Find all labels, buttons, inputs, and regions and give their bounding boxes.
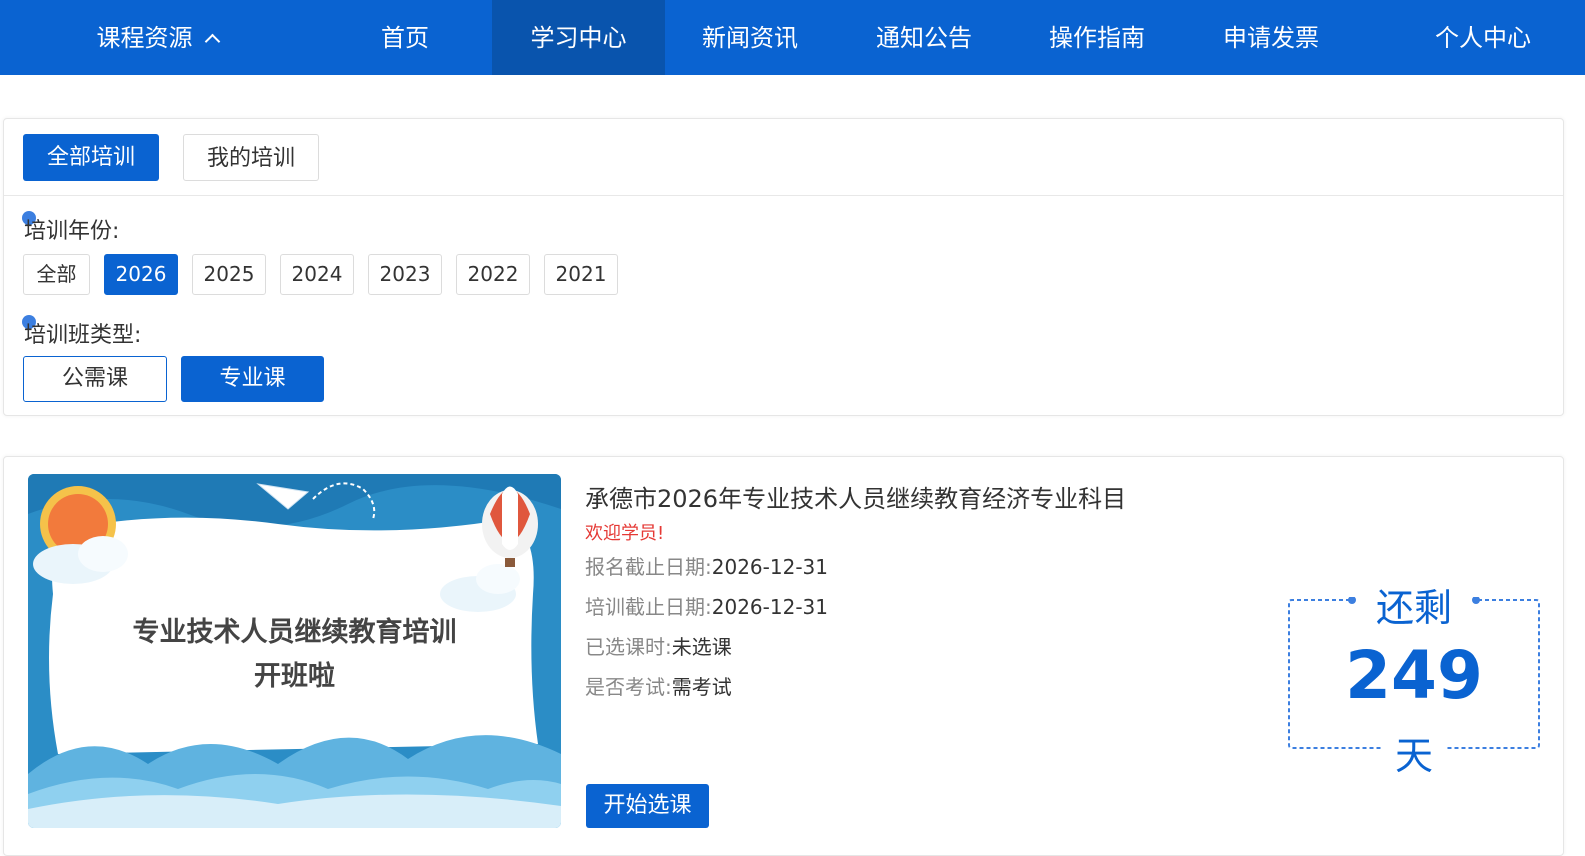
year-option-2024[interactable]: 2024: [280, 254, 354, 295]
course-banner-image[interactable]: 专业技术人员继续教育培训 开班啦: [28, 474, 561, 828]
tab-all-trainings[interactable]: 全部培训: [23, 134, 159, 181]
field-value: 2026-12-31: [711, 555, 828, 579]
field-key: 是否考试:: [585, 675, 672, 699]
countdown-bottom-label: 天: [1394, 734, 1433, 778]
field-value: 未选课: [671, 635, 732, 659]
countdown-days: 249: [1345, 637, 1483, 714]
chevron-up-icon: [204, 33, 220, 50]
field-key: 报名截止日期:: [585, 555, 712, 579]
year-option-2026[interactable]: 2026: [104, 254, 178, 295]
nav-learning-center[interactable]: 学习中心: [492, 0, 665, 75]
field-signup-deadline: 报名截止日期:2026-12-31: [585, 551, 828, 580]
type-option-public[interactable]: 公需课: [23, 356, 167, 402]
top-nav: 课程资源 首页 学习中心 新闻资讯 通知公告 操作指南 申请发票 个人中心: [0, 0, 1585, 75]
year-option-2022[interactable]: 2022: [456, 254, 530, 295]
type-option-professional[interactable]: 专业课: [181, 356, 324, 402]
filter-panel: 全部培训 我的培训 培训年份: 全部 2026 2025 2024 2023 2…: [3, 118, 1564, 416]
year-option-2023[interactable]: 2023: [368, 254, 442, 295]
countdown-top-label: 还剩: [1375, 586, 1452, 630]
nav-notices[interactable]: 通知公告: [859, 0, 989, 75]
type-label: 培训班类型:: [24, 323, 142, 348]
nav-guide[interactable]: 操作指南: [1032, 0, 1162, 75]
banner-line2: 开班啦: [254, 661, 335, 692]
start-course-selection-button[interactable]: 开始选课: [586, 784, 709, 828]
welcome-text: 欢迎学员!: [585, 523, 665, 544]
nav-news[interactable]: 新闻资讯: [685, 0, 815, 75]
field-selected-hours: 已选课时:未选课: [585, 631, 732, 660]
field-value: 需考试: [671, 675, 732, 699]
banner-illustration: [28, 474, 561, 828]
nav-home[interactable]: 首页: [350, 0, 460, 75]
tab-my-trainings[interactable]: 我的培训: [183, 134, 319, 181]
field-value: 2026-12-31: [711, 595, 828, 619]
field-key: 已选课时:: [585, 635, 672, 659]
nav-invoice[interactable]: 申请发票: [1206, 0, 1336, 75]
year-option-all[interactable]: 全部: [23, 254, 90, 295]
field-exam-required: 是否考试:需考试: [585, 671, 732, 700]
nav-course-resources-label: 课程资源: [96, 24, 193, 52]
year-option-2021[interactable]: 2021: [544, 254, 618, 295]
banner-line1: 专业技术人员继续教育培训: [132, 617, 457, 648]
year-label: 培训年份:: [24, 219, 120, 244]
course-title[interactable]: 承德市2026年专业技术人员继续教育经济专业科目: [585, 479, 1126, 514]
year-option-2025[interactable]: 2025: [192, 254, 266, 295]
field-training-deadline: 培训截止日期:2026-12-31: [585, 591, 828, 620]
field-key: 培训截止日期:: [585, 595, 712, 619]
course-card: 专业技术人员继续教育培训 开班啦 承德市2026年专业技术人员继续教育经济专业科…: [3, 456, 1564, 856]
days-remaining-countdown: 还剩 249 天: [1288, 586, 1540, 778]
nav-course-resources[interactable]: 课程资源: [62, 0, 252, 75]
nav-personal-center[interactable]: 个人中心: [1418, 0, 1548, 75]
divider: [4, 195, 1563, 196]
